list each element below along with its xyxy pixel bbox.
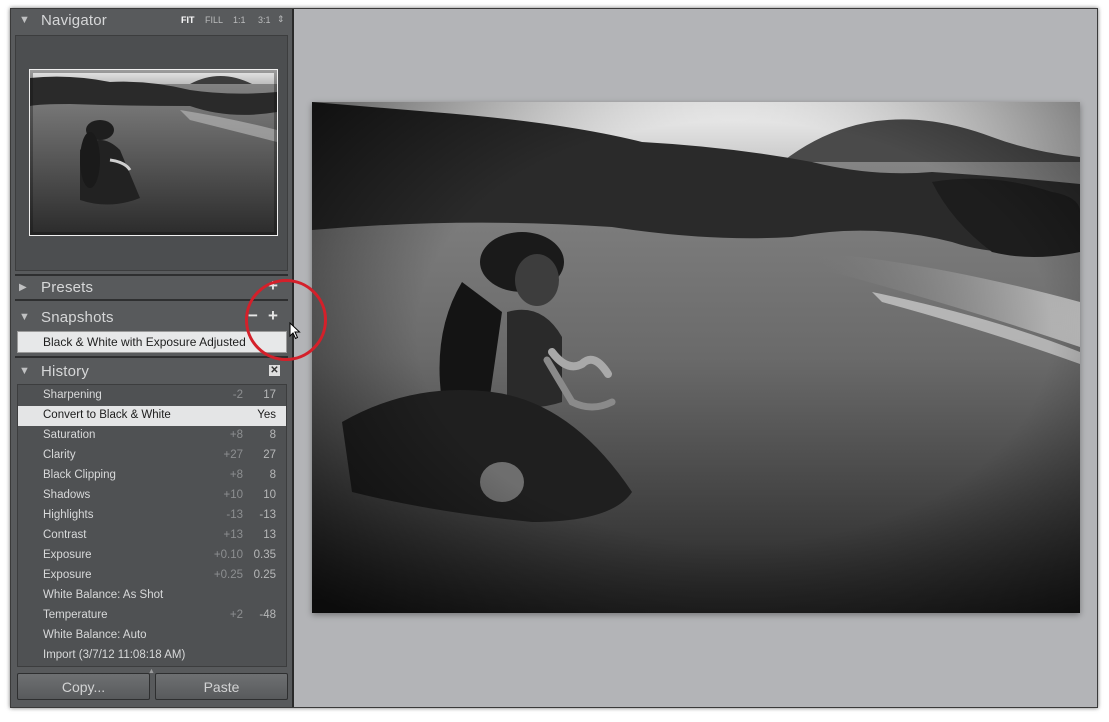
history-item-label: Temperature [43, 609, 108, 621]
zoom-1-1-option[interactable]: 1:1 [233, 15, 246, 25]
collapse-triangle-icon[interactable]: ▼ [19, 311, 30, 323]
history-item-label: Highlights [43, 509, 94, 521]
history-item-after: Yes [257, 409, 276, 421]
zoom-3-1-option[interactable]: 3:1 [258, 15, 271, 25]
history-item-label: Import (3/7/12 11:08:18 AM) [43, 649, 186, 661]
history-header[interactable]: ▼ History ✕ [11, 360, 292, 384]
history-item-after: 0.35 [253, 549, 276, 561]
left-panel: ▼ Navigator FIT FILL 1:1 3:1 ⇕ ▶ Presets… [11, 9, 294, 707]
history-item-after: 17 [263, 389, 276, 401]
history-item[interactable]: Exposure +0.10 0.35 [18, 546, 286, 566]
history-item-before: +27 [223, 449, 243, 461]
navigator-thumbnail[interactable] [29, 69, 278, 236]
history-item-label: White Balance: Auto [43, 629, 147, 641]
history-item[interactable]: White Balance: Auto [18, 626, 286, 646]
presets-title: Presets [41, 279, 94, 296]
lightroom-window: ▼ Navigator FIT FILL 1:1 3:1 ⇕ ▶ Presets… [10, 8, 1098, 708]
copy-button[interactable]: Copy... [17, 673, 150, 700]
section-divider [15, 356, 288, 358]
history-item-before: +0.25 [213, 569, 243, 581]
collapse-triangle-icon[interactable]: ▼ [19, 365, 30, 377]
zoom-fill-option[interactable]: FILL [205, 15, 223, 25]
history-item-after: 8 [269, 429, 276, 441]
expand-triangle-icon[interactable]: ▶ [19, 282, 27, 293]
navigator-preview-area[interactable] [15, 35, 288, 271]
history-item-after: -48 [259, 609, 276, 621]
history-title: History [41, 363, 90, 380]
history-item[interactable]: Temperature +2 -48 [18, 606, 286, 626]
snapshots-title: Snapshots [41, 309, 114, 326]
history-item[interactable]: Shadows +10 10 [18, 486, 286, 506]
history-item-label: Exposure [43, 569, 92, 581]
history-item[interactable]: Black Clipping +8 8 [18, 466, 286, 486]
history-item-label: White Balance: As Shot [43, 589, 164, 601]
collapse-triangle-icon[interactable]: ▼ [19, 14, 30, 26]
history-item[interactable]: White Balance: As Shot [18, 586, 286, 606]
history-item[interactable]: Contrast +13 13 [18, 526, 286, 546]
snapshot-item[interactable]: Black & White with Exposure Adjusted [17, 331, 287, 353]
highlight-callout-circle [245, 279, 327, 361]
history-item-before: +2 [229, 609, 243, 621]
history-item-label: Saturation [43, 429, 96, 441]
history-item[interactable]: Exposure +0.25 0.25 [18, 566, 286, 586]
history-item-before: +0.10 [213, 549, 243, 561]
section-divider [15, 299, 288, 301]
mouse-pointer-icon [289, 321, 301, 345]
history-item-before: +10 [223, 489, 243, 501]
history-item-before: -2 [232, 389, 243, 401]
history-item[interactable]: Clarity +27 27 [18, 446, 286, 466]
history-item-after: 8 [269, 469, 276, 481]
history-item[interactable]: Saturation +8 8 [18, 426, 286, 446]
main-photo-preview[interactable] [312, 102, 1080, 613]
zoom-dropdown-arrow-icon[interactable]: ⇕ [277, 14, 285, 25]
history-item-selected[interactable]: Convert to Black & White Yes [18, 406, 286, 426]
history-item-before: +8 [229, 429, 243, 441]
clear-history-x-icon[interactable]: ✕ [269, 365, 280, 376]
history-item-label: Shadows [43, 489, 91, 501]
presets-header[interactable]: ▶ Presets + [11, 276, 292, 300]
paste-button[interactable]: Paste [155, 673, 288, 700]
history-item-after: 10 [263, 489, 276, 501]
zoom-fit-option[interactable]: FIT [181, 15, 195, 25]
history-item-before: +13 [223, 529, 243, 541]
navigator-title: Navigator [41, 12, 107, 29]
history-item-label: Black Clipping [43, 469, 116, 481]
history-item-before: -13 [226, 509, 243, 521]
history-item-label: Clarity [43, 449, 76, 461]
history-item[interactable]: Highlights -13 -13 [18, 506, 286, 526]
history-list: Sharpening -2 17 Convert to Black & Whit… [17, 384, 287, 667]
history-item-label: Exposure [43, 549, 92, 561]
navigator-header[interactable]: ▼ Navigator FIT FILL 1:1 3:1 ⇕ [11, 9, 292, 33]
history-item-label: Convert to Black & White [43, 409, 171, 421]
history-item-after: 13 [263, 529, 276, 541]
history-item-after: 27 [263, 449, 276, 461]
history-item-label: Sharpening [43, 389, 102, 401]
history-item-before: +8 [229, 469, 243, 481]
history-item-after: -13 [259, 509, 276, 521]
history-item-after: 0.25 [253, 569, 276, 581]
history-item-label: Contrast [43, 529, 87, 541]
history-item[interactable]: Import (3/7/12 11:08:18 AM) [18, 646, 286, 666]
history-item[interactable]: Sharpening -2 17 [18, 386, 286, 406]
